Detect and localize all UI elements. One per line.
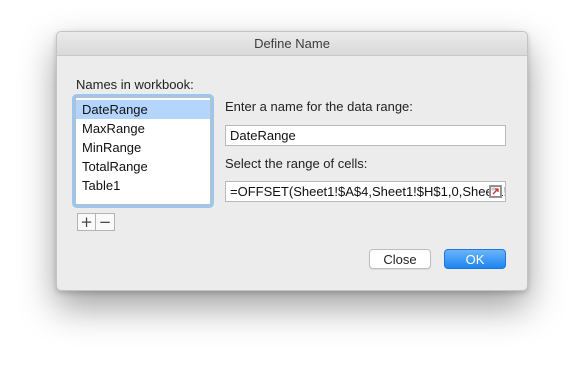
name-field-label: Enter a name for the data range:	[225, 99, 413, 114]
range-input[interactable]: =OFFSET(Sheet1!$A$4,Sheet1!$H$1,0,Sheet1…	[225, 181, 506, 202]
range-picker-icon[interactable]	[489, 185, 502, 198]
add-remove-controls: + −	[77, 213, 115, 231]
name-input[interactable]: DateRange	[225, 125, 506, 146]
name-input-value: DateRange	[230, 128, 296, 143]
range-field-label: Select the range of cells:	[225, 156, 368, 171]
remove-name-button[interactable]: −	[96, 213, 115, 231]
dialog-title: Define Name	[57, 32, 527, 56]
range-input-value: =OFFSET(Sheet1!$A$4,Sheet1!$H$1,0,Sheet1…	[230, 184, 505, 199]
add-name-button[interactable]: +	[77, 213, 96, 231]
list-item-totalrange[interactable]: TotalRange	[76, 157, 210, 176]
close-button[interactable]: Close	[369, 249, 431, 269]
ok-button[interactable]: OK	[444, 249, 506, 269]
list-item-minrange[interactable]: MinRange	[76, 138, 210, 157]
define-name-dialog: Define Name Names in workbook: DateRange…	[56, 31, 528, 291]
list-item-table1[interactable]: Table1	[76, 176, 210, 195]
list-item-maxrange[interactable]: MaxRange	[76, 119, 210, 138]
names-list[interactable]: DateRange MaxRange MinRange TotalRange T…	[75, 97, 211, 205]
names-in-workbook-label: Names in workbook:	[76, 77, 194, 92]
list-item-daterange[interactable]: DateRange	[76, 100, 210, 119]
